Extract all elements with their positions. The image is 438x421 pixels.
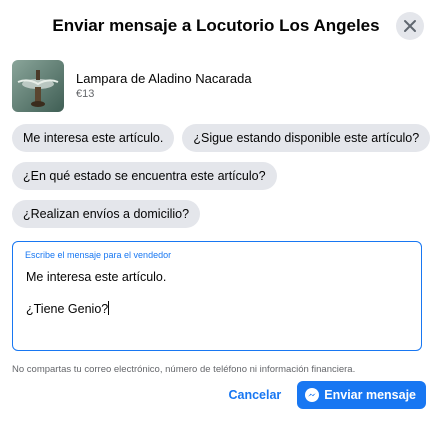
suggested-messages: Me interesa este artículo. ¿Sigue estand… (12, 124, 432, 238)
close-icon (404, 20, 416, 32)
product-summary: Lampara de Aladino Nacarada €13 (12, 60, 252, 112)
send-button-label: Enviar mensaje (324, 388, 416, 402)
suggestion-chip[interactable]: ¿En qué estado se encuentra este artícul… (12, 162, 277, 190)
dialog-footer: Cancelar Enviar mensaje (228, 381, 426, 409)
dialog-title: Enviar mensaje a Locutorio Los Angeles (52, 16, 380, 35)
message-textarea[interactable]: Escribe el mensaje para el vendedor Me i… (12, 241, 422, 351)
message-dialog: Enviar mensaje a Locutorio Los Angeles L… (0, 0, 438, 421)
suggestion-chip[interactable]: Me interesa este artículo. (12, 124, 175, 152)
cancel-button[interactable]: Cancelar (228, 388, 281, 402)
privacy-disclaimer: No compartas tu correo electrónico, núme… (12, 364, 356, 375)
messenger-icon (305, 388, 320, 402)
text-cursor (108, 301, 110, 315)
product-name: Lampara de Aladino Nacarada (76, 71, 252, 86)
suggestion-chip[interactable]: ¿Sigue estando disponible este artículo? (182, 124, 431, 152)
dialog-header: Enviar mensaje a Locutorio Los Angeles (0, 0, 438, 52)
send-message-button[interactable]: Enviar mensaje (297, 381, 426, 409)
suggestion-chip[interactable]: ¿Realizan envíos a domicilio? (12, 200, 201, 228)
product-thumbnail (12, 60, 64, 112)
message-text: Me interesa este artículo. ¿Tiene Genio? (26, 270, 167, 316)
close-button[interactable] (396, 12, 424, 40)
message-field-label: Escribe el mensaje para el vendedor (25, 250, 172, 260)
product-price: €13 (76, 88, 95, 100)
